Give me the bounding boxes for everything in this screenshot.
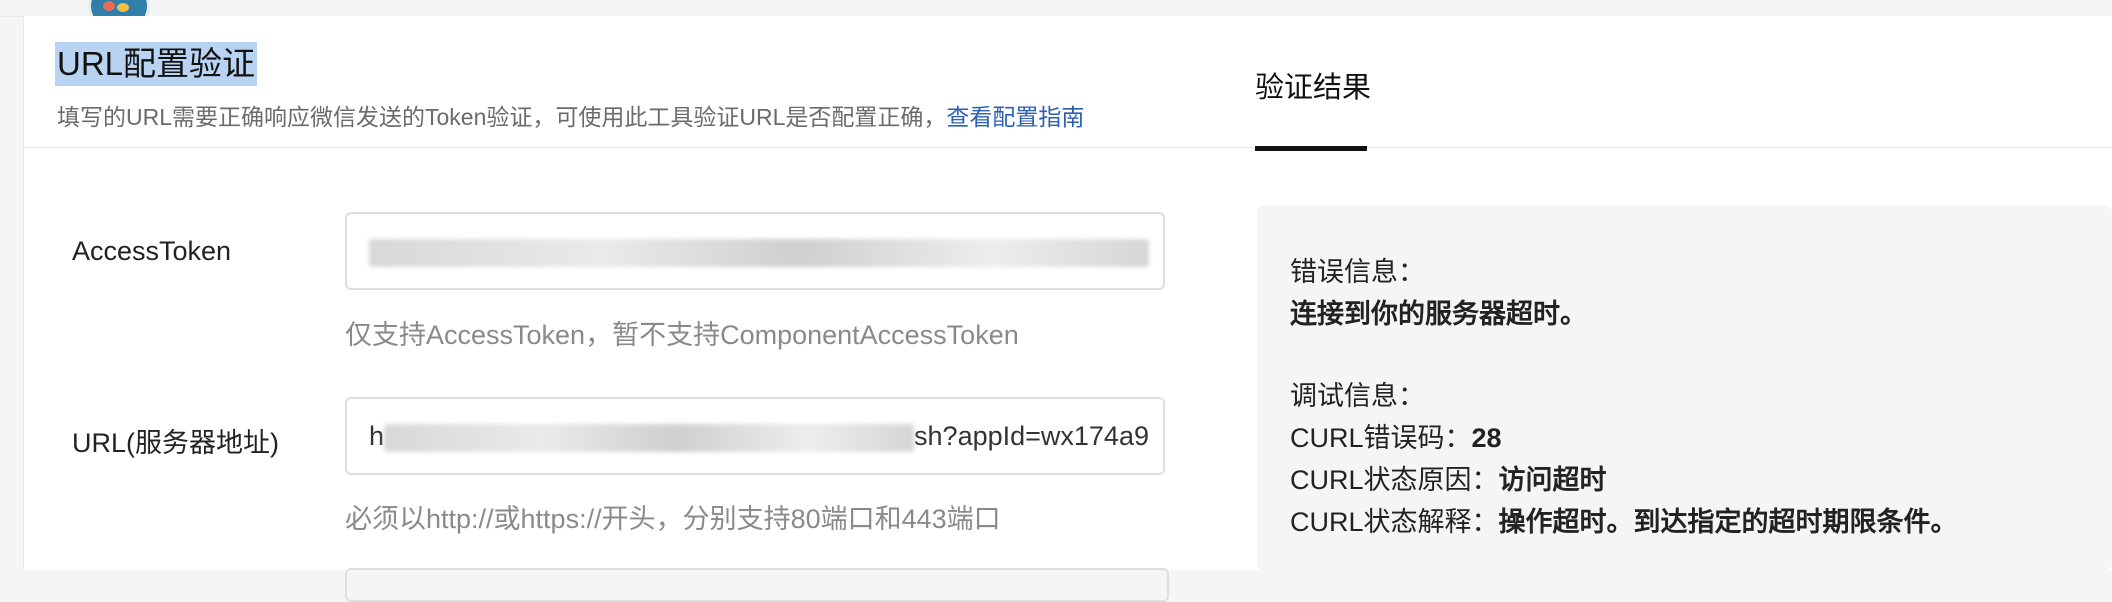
curl-code-row: CURL错误码：28 — [1290, 416, 1502, 455]
top-bar — [0, 0, 2112, 17]
avatar-decoration — [117, 3, 129, 12]
error-message: 连接到你的服务器超时。 — [1290, 299, 1587, 329]
access-token-hint: 仅支持AccessToken，暂不支持ComponentAccessToken — [345, 320, 1019, 350]
redacted-value — [369, 238, 1149, 267]
curl-reason-value: 访问超时 — [1498, 465, 1607, 495]
curl-reason-row: CURL状态原因：访问超时 — [1290, 458, 1607, 497]
avatar-decoration — [103, 1, 115, 11]
config-guide-link[interactable]: 查看配置指南 — [946, 104, 1084, 130]
result-panel: 验证结果 错误信息： 连接到你的服务器超时。 调试信息： CURL错误码：28 … — [1217, 16, 2112, 570]
page-description: 填写的URL需要正确响应微信发送的Token验证，可使用此工具验证URL是否配置… — [57, 98, 1084, 132]
description-text: 填写的URL需要正确响应微信发送的Token验证，可使用此工具验证URL是否配置… — [57, 104, 947, 130]
access-token-input[interactable] — [345, 212, 1165, 290]
next-input[interactable] — [345, 568, 1169, 602]
error-label: 错误信息： — [1290, 257, 1425, 287]
page-title: URL配置验证 — [55, 42, 258, 86]
curl-explain-value: 操作超时。到达指定的超时期限条件。 — [1498, 507, 1958, 537]
tab-verify-result[interactable]: 验证结果 — [1255, 64, 1371, 106]
redacted-value — [384, 423, 915, 452]
curl-code-label: CURL错误码： — [1290, 423, 1472, 453]
url-visible-part: sh?appId=wx174a9 — [914, 421, 1149, 451]
divider — [24, 147, 1217, 148]
server-url-label: URL(服务器地址) — [72, 428, 279, 458]
curl-reason-label: CURL状态原因： — [1290, 465, 1499, 495]
server-url-hint: 必须以http://或https://开头，分别支持80端口和443端口 — [345, 504, 1001, 534]
server-url-input[interactable]: h sh?appId=wx174a9 — [345, 397, 1165, 475]
curl-explain-label: CURL状态解释： — [1290, 507, 1499, 537]
url-config-panel: URL配置验证 填写的URL需要正确响应微信发送的Token验证，可使用此工具验… — [23, 16, 1218, 602]
access-token-label: AccessToken — [72, 236, 232, 266]
debug-label: 调试信息： — [1290, 381, 1425, 411]
result-box: 错误信息： 连接到你的服务器超时。 调试信息： CURL错误码：28 CURL状… — [1257, 206, 2112, 570]
active-tab-indicator — [1255, 146, 1367, 151]
curl-code-value: 28 — [1471, 423, 1502, 453]
curl-explain-row: CURL状态解释：操作超时。到达指定的超时期限条件。 — [1290, 500, 1958, 539]
url-visible-prefix: h — [369, 421, 385, 451]
